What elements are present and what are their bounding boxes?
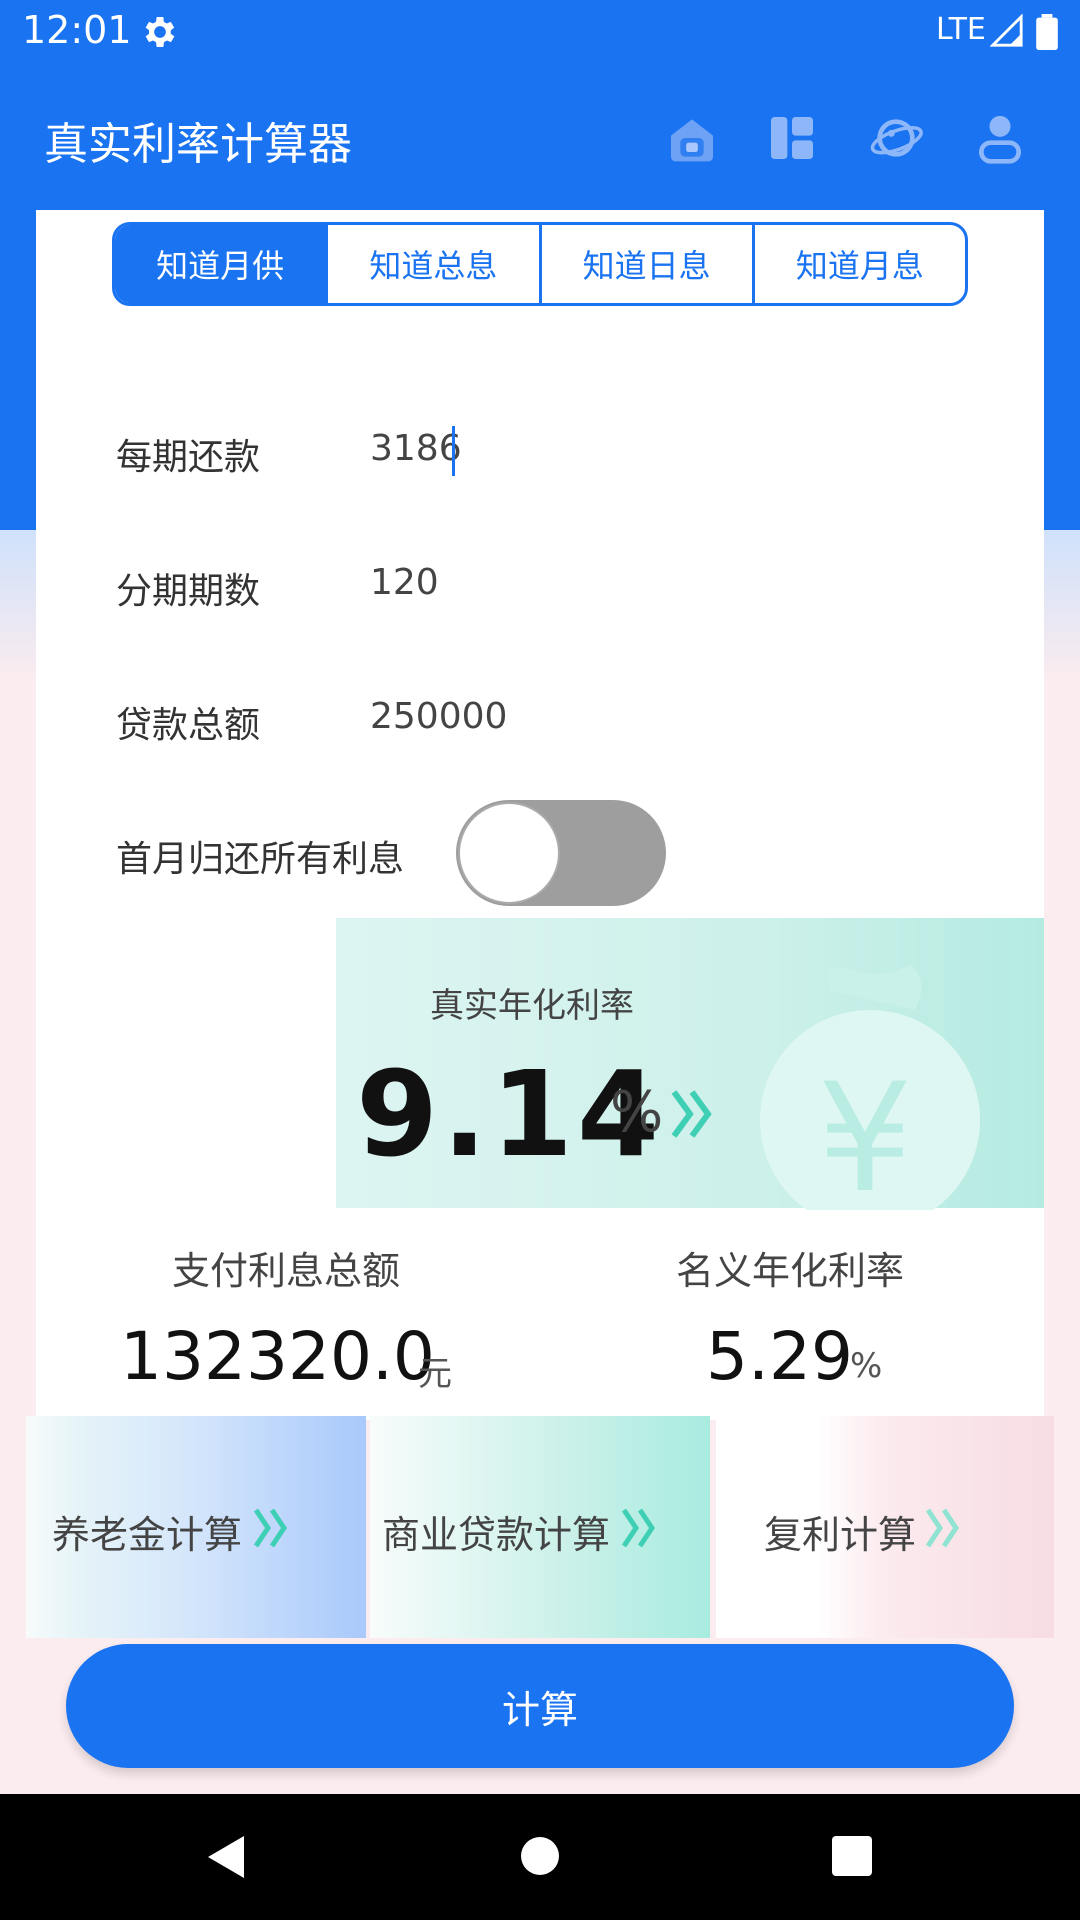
status-time: 12:01 [22, 8, 132, 52]
signal-icon [990, 14, 1023, 47]
first-month-interest-label: 首月归还所有利息 [116, 839, 405, 880]
double-chevron-right-icon [925, 1508, 960, 1548]
recents-icon[interactable] [832, 1836, 872, 1876]
compound-interest-calc-label[interactable]: 复利计算 [764, 1504, 916, 1559]
nominal-rate-label: 名义年化利率 [676, 1249, 905, 1293]
network-type: LTE [936, 12, 986, 47]
commercial-loan-calc-label[interactable]: 商业贷款计算 [382, 1504, 610, 1559]
nominal-rate-unit: % [850, 1346, 883, 1386]
tab-known-monthly-interest[interactable]: 知道月息 [755, 225, 965, 303]
loan-amount-label: 贷款总额 [116, 705, 261, 746]
svg-text:¥: ¥ [817, 1052, 912, 1210]
home-icon[interactable] [664, 110, 720, 166]
planet-icon[interactable] [868, 110, 924, 166]
total-interest-unit: 元 [418, 1354, 452, 1394]
payment-label: 每期还款 [116, 437, 261, 478]
payment-input[interactable]: 3186 [370, 428, 462, 469]
periods-input[interactable]: 120 [370, 562, 439, 603]
real-rate-label: 真实年化利率 [430, 986, 634, 1026]
calculate-button[interactable]: 计算 [66, 1644, 1014, 1768]
profile-icon[interactable] [972, 110, 1028, 166]
text-cursor [452, 426, 455, 476]
app-title: 真实利率计算器 [44, 119, 352, 170]
total-interest-label: 支付利息总额 [172, 1249, 401, 1293]
total-interest-value: 132320.0 [120, 1318, 435, 1395]
battery-icon [1036, 14, 1058, 50]
tab-known-daily-interest[interactable]: 知道日息 [542, 225, 755, 303]
tab-known-monthly-payment[interactable]: 知道月供 [115, 225, 329, 303]
double-chevron-right-icon[interactable] [670, 1086, 718, 1142]
settings-gear-icon [145, 17, 175, 47]
back-icon[interactable] [204, 1834, 248, 1880]
real-rate-unit: % [610, 1080, 664, 1145]
nominal-rate-value: 5.29 [706, 1318, 853, 1395]
toggle-knob[interactable] [458, 802, 560, 904]
money-bag-icon: ¥ [760, 965, 980, 1210]
periods-label: 分期期数 [116, 571, 261, 612]
double-chevron-right-icon [621, 1508, 656, 1548]
home-circle-icon[interactable] [520, 1836, 560, 1876]
double-chevron-right-icon [253, 1508, 288, 1548]
tab-known-total-interest[interactable]: 知道总息 [328, 225, 542, 303]
dashboard-icon[interactable] [764, 110, 820, 166]
loan-amount-input[interactable]: 250000 [370, 696, 507, 737]
pension-calc-label[interactable]: 养老金计算 [52, 1504, 242, 1559]
mode-tabs: 知道月供 知道总息 知道日息 知道月息 [112, 222, 968, 306]
